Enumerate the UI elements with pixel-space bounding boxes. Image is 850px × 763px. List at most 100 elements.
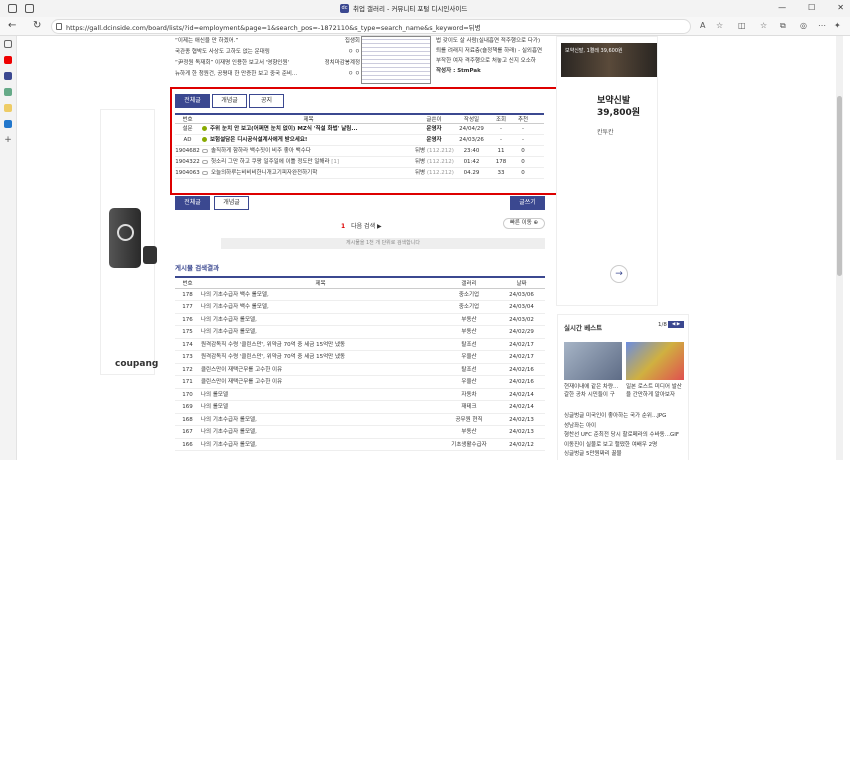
table-row[interactable]: 175 나의 기초수급자 롤모델, 부동산 24/02/29 <box>175 326 545 339</box>
live-best-pager-button[interactable]: ◀ ▶ <box>668 321 684 328</box>
list-item[interactable]: 뉴하게 한 청원건, 공평대 한 만증한 보고 중국 준비... ㅇ ㅇ <box>175 69 360 80</box>
favorites-icon[interactable]: ☆ <box>760 21 767 30</box>
right-ad-banner[interactable]: 보약신발, 1켤레 39,600원 보약신발 39,800원 칸투칸 → <box>556 36 658 306</box>
table-row[interactable]: 171 클린스만이 재택근무를 고수한 이유 우울산 24/02/16 <box>175 376 545 389</box>
list-item[interactable]: “尹정원 독재회” 이재명 인용한 보고서 '영향인원' 정치마감봉계정 <box>175 58 360 69</box>
shaver-image <box>109 208 141 268</box>
arrow-right-icon[interactable]: → <box>610 265 628 283</box>
cell-title[interactable]: 원격감독직 수령 '클린스만', 위약금 70억 중 세금 15억만 냈동 <box>200 351 440 363</box>
best-caption[interactable]: 일본 로스트 미디어 발산을 간만하게 알아보자 <box>626 383 684 399</box>
table-row[interactable]: AD 보험설담은 디시공식설계사에게 받으세요! 운영자 24/03/26 - … <box>175 135 544 146</box>
cell-gallery: 중소기업 <box>458 291 480 298</box>
cell-gallery: 우울산 <box>461 379 477 385</box>
active-tab[interactable]: dc 취업 갤러리 - 커뮤니티 포털 디시인사이드 <box>340 3 467 13</box>
post-icon <box>202 159 208 164</box>
url-field[interactable]: https://gall.dcinside.com/board/lists/?i… <box>51 19 691 34</box>
quick-move-button[interactable]: 빠른 이동 ⊕ <box>503 218 545 229</box>
best-thumbnail[interactable] <box>626 342 684 380</box>
table-row[interactable]: 176 나의 기초수급자 롤모델, 부동산 24/03/02 <box>175 314 545 326</box>
cell-title[interactable]: 나의 기초수급자 롤모델, <box>200 314 440 326</box>
list-item[interactable]: 싱글벙글 5만원짜리 꿀물 <box>564 450 688 460</box>
app-icon[interactable] <box>4 88 12 96</box>
table-row[interactable]: 170 나의 롤모델 자동차 24/02/14 <box>175 389 545 401</box>
browser-profile-icon[interactable] <box>8 4 17 13</box>
tab-all[interactable]: 전체글 <box>175 94 210 108</box>
best-caption[interactable]: 현재이내에 같은 차량...갈한 공차 시민들이 구 <box>564 383 622 399</box>
app2-icon[interactable] <box>4 104 12 112</box>
k-app-icon[interactable] <box>4 120 12 128</box>
tab-title: 취업 갤러리 - 커뮤니티 포털 디시인사이드 <box>353 5 468 13</box>
list-item[interactable]: 국관종 협박도 사상도 고하도 없는 운대링 ㅇ ㅇ <box>175 47 360 58</box>
table-row[interactable]: 172 클린스만이 재택근무를 고수한 이유 탈조선 24/02/16 <box>175 364 545 376</box>
blank-area <box>0 460 850 763</box>
cell-title[interactable]: 나의 기초수급자 롤모델, <box>200 414 440 426</box>
youtube-icon[interactable] <box>4 56 12 64</box>
list-item[interactable]: 싱글벙글 미국인이 좋아하는 국가 순위...JPG <box>564 412 688 422</box>
coupang-logo: coupang <box>115 359 159 369</box>
pagination: 1 다음 검색 ▶ <box>341 221 382 230</box>
list-item[interactable]: 이동진이 실물로 보고 헐떴한 여배우 2명 <box>564 441 688 451</box>
table-row[interactable]: 1904322 헛소리 그만 하고 쿠팡 일주일에 이틀 정도만 일해라 [1]… <box>175 157 544 168</box>
table-row[interactable]: 178 나의 기초수급자 백수 롤모델, 중소기업 24/03/06 <box>175 289 545 301</box>
cell-no: 172 <box>182 366 193 373</box>
cell-title[interactable]: 클린스만이 재택근무를 고수한 이유 <box>200 376 440 388</box>
copilot-logo-icon[interactable]: ✦ <box>834 21 841 30</box>
scrollbar[interactable] <box>836 36 843 460</box>
scroll-thumb[interactable] <box>837 96 842 276</box>
table-row[interactable]: 177 나의 기초수급자 백수 롤모델, 중소기업 24/03/04 <box>175 301 545 314</box>
back-icon[interactable]: ← <box>8 20 16 31</box>
board-tabs: 전체글 개념글 공지 <box>175 94 284 108</box>
cell-title[interactable]: 나의 기초수급자 롤모델, <box>200 426 440 438</box>
current-page[interactable]: 1 <box>341 223 345 230</box>
cell-no: 170 <box>182 391 193 398</box>
cell-title[interactable]: 나의 롤모델 <box>200 389 440 401</box>
notice-icon <box>202 126 207 131</box>
tab-notice[interactable]: 공지 <box>249 94 284 108</box>
list-buttons: 전체글 개념글 <box>175 196 249 210</box>
refresh-icon[interactable]: ↻ <box>33 20 41 31</box>
cell-title[interactable]: 나의 기초수급자 백수 롤모델, <box>200 289 440 301</box>
cell-no: 174 <box>182 341 193 348</box>
sidebar-tabs-icon[interactable] <box>4 40 12 48</box>
table-row[interactable]: 1904063 오늘의하루는비비비한니개고기피자완전하기학 뒤병 (112.21… <box>175 168 544 179</box>
table-row[interactable]: 174 원격감독직 수령 '클린스만', 위약금 70억 중 세금 15억만 냈동… <box>175 339 545 351</box>
more-menu-icon[interactable]: ⋯ <box>818 21 826 30</box>
copilot-icon[interactable]: ◎ <box>800 21 807 30</box>
article-thumbnail[interactable] <box>361 36 431 84</box>
collections-icon[interactable]: ⧉ <box>780 21 786 31</box>
cell-date: 24/03/02 <box>509 316 534 323</box>
list-item[interactable]: 형찬선 UFC 준최전 당시 할로페라의 수바동...GIF <box>564 431 688 441</box>
cell-title[interactable]: 원격감독직 수령 '클린스만', 위약금 70억 중 세금 15억만 냈동 <box>200 339 440 351</box>
best-thumbnail[interactable] <box>564 342 622 380</box>
coupang-ad[interactable]: coupang <box>100 109 159 375</box>
tab-concept[interactable]: 개념글 <box>212 94 247 108</box>
table-row[interactable]: 166 나의 기초수급자 롤모델, 기초생활수급자 24/02/12 <box>175 439 545 451</box>
minimize-button[interactable]: — <box>778 3 786 12</box>
table-row[interactable]: 167 나의 기초수급자 롤모델, 부동산 24/02/13 <box>175 426 545 439</box>
table-row[interactable]: 168 나의 기초수급자 롤모델, 공무원 현직 24/02/13 <box>175 414 545 426</box>
all-posts-button[interactable]: 전체글 <box>175 196 210 210</box>
next-search-link[interactable]: 다음 검색 ▶ <box>351 223 382 230</box>
cell-title[interactable]: 나의 롤모델 <box>200 401 440 413</box>
table-row[interactable]: 설문 주위 눈치 안 보고(어쩌면 눈치 없이) MZ식 '직설 화법' 날림.… <box>175 124 544 135</box>
list-item[interactable]: 성남좌는 아이 <box>564 422 688 432</box>
cell-title[interactable]: 나의 기초수급자 롤모델, <box>200 439 440 451</box>
tab-actions-icon[interactable] <box>25 4 34 13</box>
read-aloud-icon[interactable]: A <box>700 21 705 30</box>
write-button[interactable]: 글쓰기 <box>510 196 545 210</box>
split-screen-icon[interactable]: ◫ <box>738 21 746 30</box>
table-row[interactable]: 1904682 솔직하게 함하라 백수짓이 비주 좋아 백수다 뒤병 (112.… <box>175 146 544 157</box>
cell-title[interactable]: 나의 기초수급자 롤모델, <box>200 326 440 338</box>
cell-title[interactable]: 나의 기초수급자 백수 롤모델, <box>200 301 440 313</box>
close-button[interactable]: ✕ <box>837 3 844 12</box>
list-item[interactable]: “이제는 애신을 만 하겠어.” 집생회 <box>175 36 360 47</box>
table-row[interactable]: 173 원격감독직 수령 '클린스만', 위약금 70억 중 세금 15억만 냈동… <box>175 351 545 364</box>
favorite-star-icon[interactable]: ☆ <box>716 21 723 30</box>
concept-posts-button[interactable]: 개념글 <box>214 196 249 210</box>
dc-sidebar-icon[interactable] <box>4 72 12 80</box>
table-row[interactable]: 169 나의 롤모델 재테크 24/02/14 <box>175 401 545 414</box>
maximize-button[interactable]: ☐ <box>808 3 815 12</box>
cell-title[interactable]: 클린스만이 재택근무를 고수한 이유 <box>200 364 440 376</box>
add-sidebar-icon[interactable]: + <box>4 136 12 145</box>
cell-no: 178 <box>182 291 193 298</box>
